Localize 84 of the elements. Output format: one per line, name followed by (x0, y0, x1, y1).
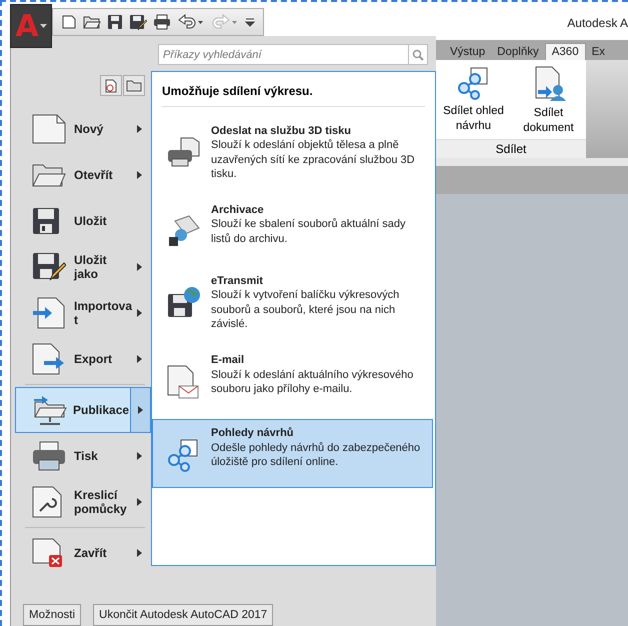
floppy-pencil-icon (32, 252, 66, 282)
entry-description: Slouží ke sbalení souborů aktuální sady listů do archivu. (211, 217, 406, 246)
submenu-arrow-icon[interactable] (136, 498, 142, 506)
menu-item[interactable]: Export (15, 336, 151, 382)
ribbon-tab[interactable]: Výstup (444, 44, 492, 60)
ribbon-tab[interactable]: Doplňky (491, 44, 545, 60)
entry-title: eTransmit (211, 274, 264, 288)
floppy-globe-icon (167, 286, 201, 318)
submenu-arrow-icon[interactable] (136, 452, 142, 460)
submenu-arrow-icon[interactable] (136, 125, 142, 133)
save-as-icon[interactable] (129, 14, 147, 30)
menu-item[interactable]: Zavřít (15, 530, 151, 576)
document-arrow-icon (32, 297, 66, 329)
entry-description: Slouží k vytvoření balíčku výkresových souborů a souborů, které jsou na nich závislé. (211, 288, 400, 332)
undo-icon[interactable] (177, 14, 205, 30)
ribbon-tab[interactable]: Ex (586, 44, 612, 60)
scroll-globe-icon (167, 215, 201, 248)
menu-item-label: Otevřít (74, 168, 114, 182)
footer-button[interactable]: Možnosti (23, 604, 82, 626)
menu-item-label: Publikace (73, 402, 130, 418)
ribbon-button[interactable]: Sdílet ohled návrhu (436, 60, 511, 139)
menu-item[interactable]: Uložit (15, 198, 151, 244)
submenu-entry[interactable]: E-mail Slouží k odeslání aktuálního výkresového souboru jako přílohy e-mailu. (152, 346, 433, 416)
document-close-icon (32, 538, 64, 568)
folder-icon[interactable] (83, 14, 101, 30)
printer-icon (32, 441, 66, 471)
entry-title: E-mail (211, 353, 246, 368)
submenu-arrow-icon[interactable] (138, 406, 143, 414)
panel-label: Sdílet (436, 139, 586, 158)
menu-item-label: Tisk (74, 448, 99, 464)
menu-item-label: Nový (74, 122, 104, 136)
submenu-entry[interactable]: Odeslat na službu 3D tisku Slouží k odeslání objektů tělesa a plně uzavřených sítí ke zpracování službou 3D tisku. (152, 117, 433, 192)
menu-item[interactable]: Importovat (15, 290, 151, 336)
submenu-arrow-icon[interactable] (136, 171, 142, 179)
submenu-arrow-icon[interactable] (136, 549, 142, 557)
menu-item[interactable]: Tisk (15, 433, 151, 479)
printer-cube-icon (167, 136, 201, 168)
folder-icon (32, 163, 66, 187)
folder-icon (126, 79, 142, 92)
printer-icon[interactable] (153, 14, 171, 30)
entry-description: Odešle pohledy návrhů do zabezpečeného úložiště pro sdílení online. (211, 440, 422, 470)
open-documents-button[interactable] (123, 75, 145, 96)
entry-title: Archivace (211, 203, 265, 218)
menu-item-label: Zavřít (74, 546, 108, 560)
submenu-arrow-icon[interactable] (136, 263, 142, 271)
menu-item-label: Export (74, 352, 114, 366)
submenu-entry[interactable]: Pohledy návrhů Odešle pohledy návrhů do zabezpečeného úložiště pro sdílení online. (152, 419, 433, 488)
submenu-arrow-icon[interactable] (136, 355, 142, 363)
submenu-entry[interactable]: eTransmit Slouží k vytvoření balíčku výkresových souborů a souborů, které jsou na nich závislé. (152, 267, 433, 342)
document-wrench-icon (32, 486, 62, 518)
save-icon[interactable] (107, 14, 123, 30)
folder-network-icon (32, 394, 68, 426)
submenu-heading: Umožňuje sdílení výkresu. (161, 83, 314, 100)
menu-item-label: Kreslicí pomůcky (74, 488, 128, 516)
submenu-entry[interactable]: Archivace Slouží ke sbalení souborů aktuální sady listů do archivu. (152, 196, 433, 264)
search-field[interactable]: Příkazy vyhledávání (158, 44, 408, 65)
document-envelope-icon (167, 365, 199, 400)
caret-icon (40, 24, 47, 28)
document-clock-icon (104, 78, 118, 92)
menu-item[interactable]: Publikace (15, 387, 151, 433)
menu-item-label: Importovat (74, 298, 132, 328)
footer-button[interactable]: Ukončit Autodesk AutoCAD 2017 (93, 604, 274, 626)
entry-title: Odeslat na službu 3D tisku (211, 124, 352, 138)
ribbon-tab[interactable]: A360 (544, 43, 586, 60)
menu-item[interactable]: Otevřít (15, 152, 151, 198)
recent-documents-button[interactable] (100, 75, 122, 96)
submenu-arrow-icon[interactable] (136, 309, 142, 317)
customize-dropdown-icon[interactable] (245, 17, 255, 27)
menu-item[interactable]: Kreslicí pomůcky (15, 479, 151, 525)
window-title: Autodesk A (567, 16, 628, 30)
entry-title: Pohledy návrhů (211, 426, 295, 441)
document-arrow-icon (32, 343, 66, 375)
entry-description: Slouží k odeslání aktuálního výkresového souboru jako přílohy e-mailu. (211, 368, 414, 396)
ribbon-button[interactable]: Sdílet dokument (511, 60, 586, 139)
menu-item[interactable]: Nový (15, 106, 151, 152)
new-file-icon[interactable] (61, 14, 77, 30)
share-icon (456, 66, 490, 100)
search-icon (412, 48, 424, 60)
search-button[interactable] (408, 44, 428, 65)
menu-item-label: Uložit jako (74, 252, 108, 282)
menu-item-label: Uložit (74, 214, 108, 228)
entry-description: Slouží k odeslání objektů tělesa a plně uzavřených sítí ke zpracování službou 3D tisku. (211, 138, 416, 182)
document-icon (32, 114, 66, 144)
menu-item[interactable]: Uložit jako (15, 244, 151, 290)
